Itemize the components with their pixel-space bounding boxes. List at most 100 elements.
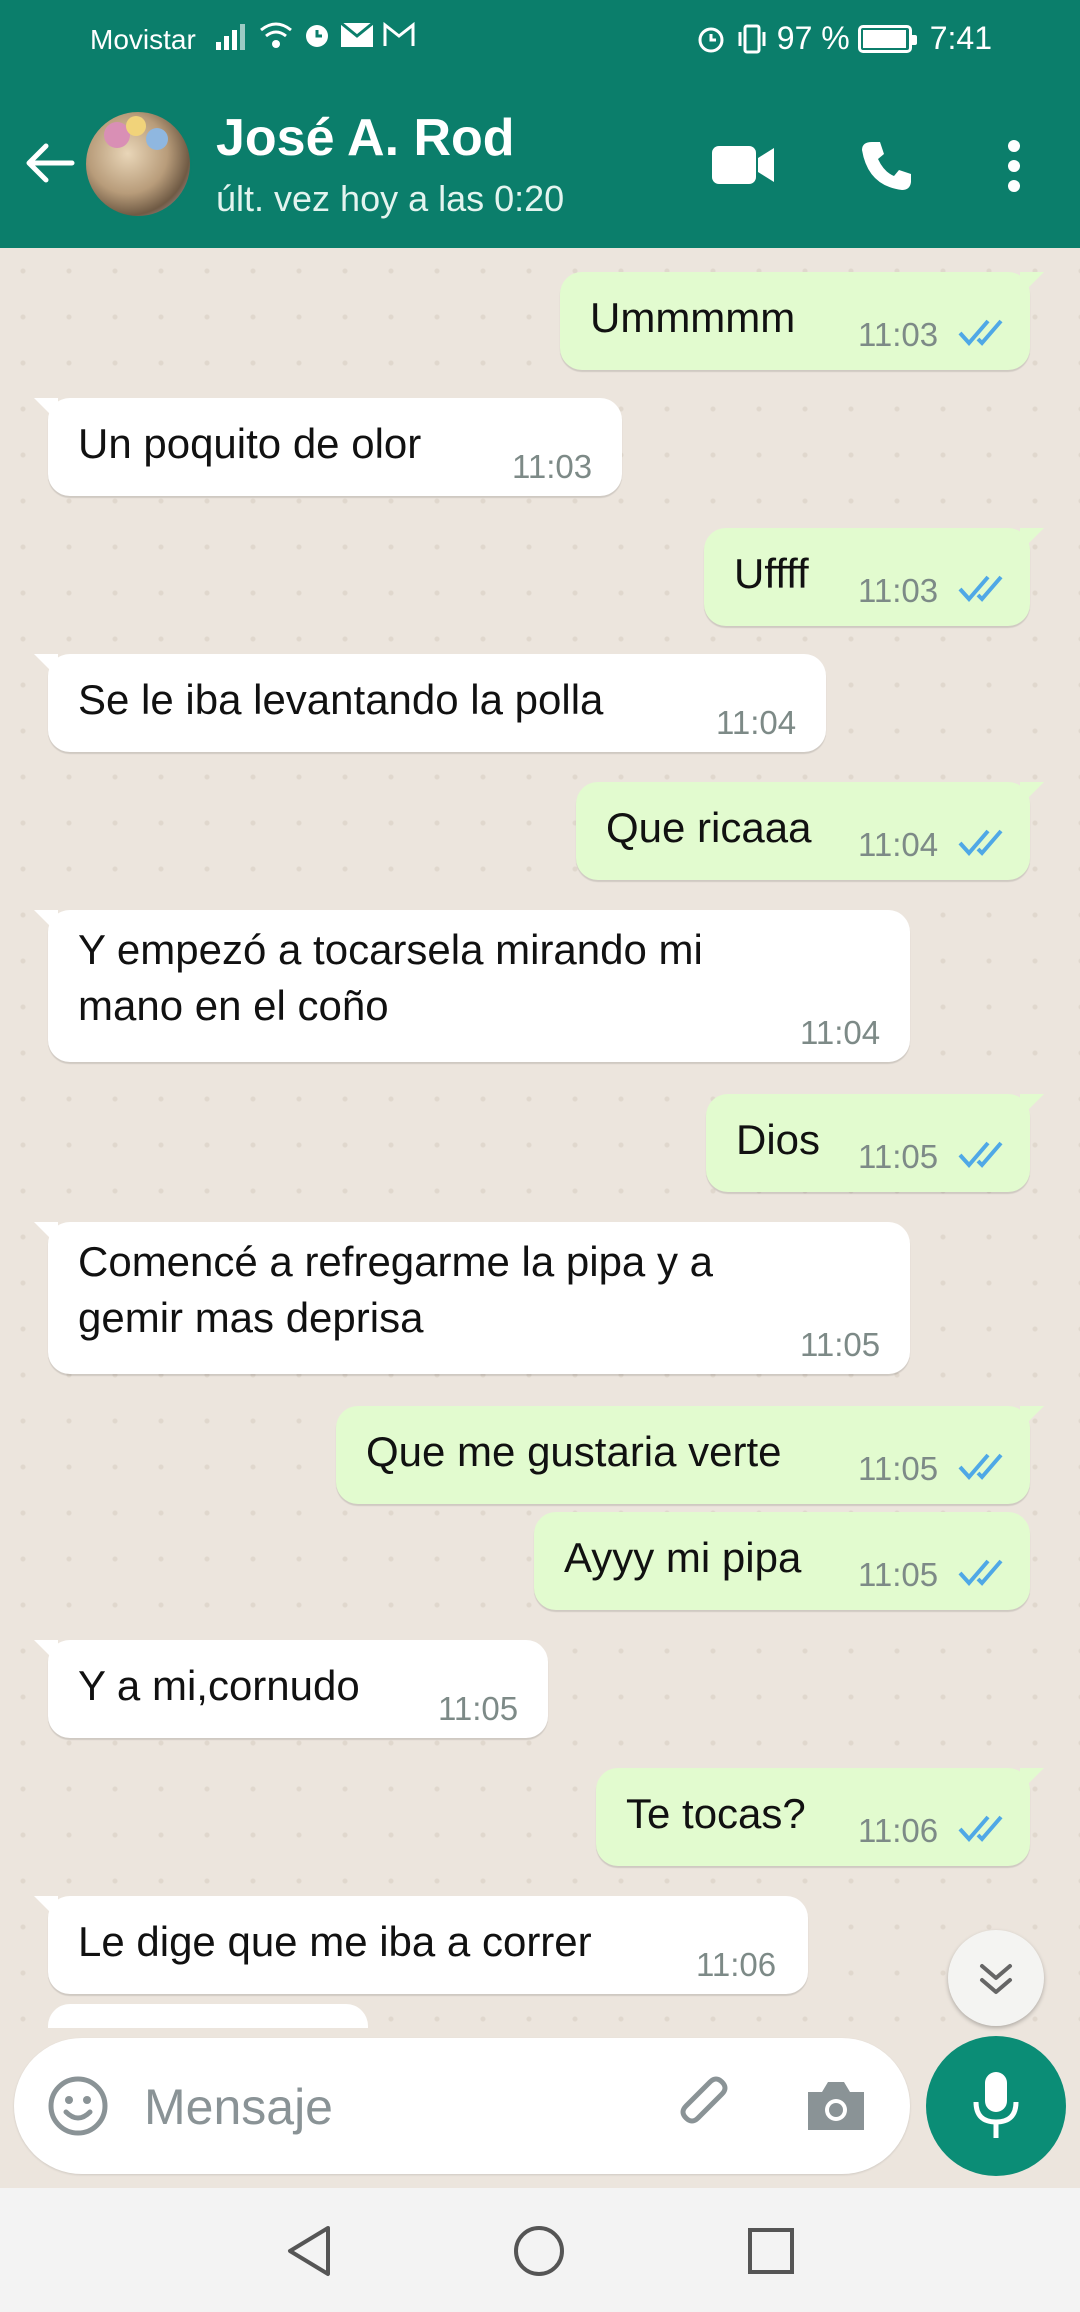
voice-record-button[interactable] <box>926 2036 1066 2176</box>
read-ticks-icon <box>958 319 1003 347</box>
battery-percent: 97 % <box>776 20 850 56</box>
nav-recents-icon[interactable] <box>746 2226 796 2276</box>
message-bubble-incoming[interactable]: Y empezó a tocarsela mirando mi mano en … <box>34 910 910 1062</box>
mail-icon <box>340 22 374 47</box>
battery-icon <box>857 24 917 53</box>
bubble-tail <box>1020 272 1044 296</box>
message-text: Le dige que me iba a correr <box>78 1918 592 1965</box>
message-time: 11:05 <box>858 1450 939 1487</box>
more-options-icon[interactable] <box>1000 138 1028 194</box>
voice-call-icon[interactable] <box>858 138 914 194</box>
message-text: Un poquito de olor <box>78 420 422 467</box>
message-text-line-1: Comencé a refregarme la pipa y a <box>78 1238 713 1285</box>
message-text: Uffff <box>734 550 809 597</box>
message-text: Y a mi,cornudo <box>78 1662 360 1709</box>
emoji-icon[interactable] <box>46 2074 110 2138</box>
message-bubble-outgoing[interactable]: Te tocas? 11:06 <box>596 1768 1044 1866</box>
message-text: Que me gustaria verte <box>366 1428 782 1475</box>
message-text: Dios <box>736 1116 821 1163</box>
message-text: Te tocas? <box>626 1790 806 1837</box>
message-list[interactable]: Ummmmm 11:03 Un poquito de olor 11:03 Uf… <box>0 248 1080 2028</box>
bubble-tail <box>34 1896 58 1920</box>
message-bubble-outgoing[interactable]: Ummmmm 11:03 <box>560 272 1044 370</box>
message-text-line-1: Y empezó a tocarsela mirando mi <box>78 926 703 973</box>
message-time: 11:04 <box>716 704 797 741</box>
status-right: 97 % 7:41 <box>695 20 992 57</box>
bubble-tail <box>1020 1094 1044 1118</box>
bubble-tail <box>1020 782 1044 806</box>
read-ticks-icon <box>958 1453 1003 1481</box>
double-chevron-down-icon <box>980 1964 1012 1994</box>
read-ticks-icon <box>958 1559 1003 1587</box>
system-navigation-bar <box>0 2188 1080 2312</box>
contact-name[interactable]: José A. Rod <box>216 108 515 168</box>
read-ticks-icon <box>958 1141 1003 1169</box>
battery-fill <box>862 29 906 48</box>
microphone-icon <box>973 2072 1019 2138</box>
message-time: 11:04 <box>858 826 939 863</box>
message-bubble-outgoing[interactable]: Que me gustaria verte 11:05 <box>336 1406 1044 1504</box>
message-input[interactable]: Mensaje <box>144 2078 333 2136</box>
message-text-line-2: gemir mas deprisa <box>78 1294 424 1341</box>
message-bubble-incoming-partial[interactable] <box>48 2004 368 2028</box>
message-bubble-incoming[interactable]: Se le iba levantando la polla 11:04 <box>34 654 826 752</box>
scroll-to-bottom-button[interactable] <box>948 1930 1044 2026</box>
nav-back-icon[interactable] <box>284 2224 334 2278</box>
video-call-icon[interactable] <box>712 144 776 186</box>
message-bubble-incoming[interactable]: Comencé a refregarme la pipa y a gemir m… <box>34 1222 910 1374</box>
clock: 7:41 <box>929 20 992 56</box>
avatar[interactable] <box>84 110 192 218</box>
message-time: 11:03 <box>512 448 593 485</box>
back-arrow-icon[interactable] <box>20 134 78 192</box>
bubble-tail <box>34 398 58 422</box>
message-bubble-outgoing[interactable]: Ayyy mi pipa 11:05 <box>534 1512 1030 1610</box>
alarm-clock-icon <box>306 25 328 47</box>
message-time: 11:05 <box>858 1556 939 1593</box>
read-ticks-icon <box>958 575 1003 603</box>
bubble-tail <box>1020 1406 1044 1430</box>
gmail-icon <box>383 22 415 46</box>
bubble-tail <box>1020 1768 1044 1792</box>
last-seen-status[interactable]: últ. vez hoy a las 0:20 <box>216 178 564 220</box>
message-time: 11:05 <box>858 1138 939 1175</box>
avatar-flower-2 <box>146 128 168 150</box>
chat-header: José A. Rod últ. vez hoy a las 0:20 <box>0 82 1080 248</box>
message-text: Que ricaaa <box>606 804 812 851</box>
message-bubble-outgoing[interactable]: Uffff 11:03 <box>704 528 1044 626</box>
wifi-icon <box>260 22 292 48</box>
status-bar: Movistar 97 % 7:41 <box>0 0 1080 82</box>
vibrate-icon <box>738 24 766 53</box>
alarm-icon <box>698 27 724 52</box>
bubble-tail <box>34 910 58 934</box>
message-time: 11:06 <box>858 1812 939 1849</box>
message-time: 11:06 <box>696 1946 777 1983</box>
read-ticks-icon <box>958 829 1003 857</box>
message-text: Ayyy mi pipa <box>564 1534 802 1581</box>
message-bubble-outgoing[interactable]: Dios 11:05 <box>706 1094 1044 1192</box>
message-time: 11:04 <box>800 1014 881 1051</box>
message-time: 11:03 <box>858 572 939 609</box>
message-bubble-incoming[interactable]: Le dige que me iba a correr 11:06 <box>34 1896 808 1994</box>
bubble-tail <box>34 654 58 678</box>
bubble-tail <box>34 1640 58 1664</box>
status-icons <box>216 20 416 50</box>
carrier-name: Movistar <box>90 24 196 55</box>
message-bubble-outgoing[interactable]: Que ricaaa 11:04 <box>576 782 1044 880</box>
message-text: Se le iba levantando la polla <box>78 676 604 723</box>
message-bubble-incoming[interactable]: Y a mi,cornudo 11:05 <box>34 1640 548 1738</box>
read-ticks-icon <box>958 1815 1003 1843</box>
message-composer: Mensaje <box>14 2038 910 2174</box>
signal-icon <box>216 24 245 50</box>
camera-icon[interactable] <box>804 2078 868 2134</box>
bubble-tail <box>1020 528 1044 552</box>
avatar-flower-3 <box>126 116 146 136</box>
nav-home-icon[interactable] <box>512 2224 566 2278</box>
message-time: 11:05 <box>438 1690 519 1727</box>
attach-icon[interactable] <box>674 2074 738 2138</box>
message-bubble-incoming[interactable]: Un poquito de olor 11:03 <box>34 398 622 496</box>
message-text-line-2: mano en el coño <box>78 982 389 1029</box>
message-time: 11:03 <box>858 316 939 353</box>
message-text: Ummmmm <box>590 294 796 341</box>
bubble-tail <box>34 1222 58 1246</box>
message-time: 11:05 <box>800 1326 881 1363</box>
